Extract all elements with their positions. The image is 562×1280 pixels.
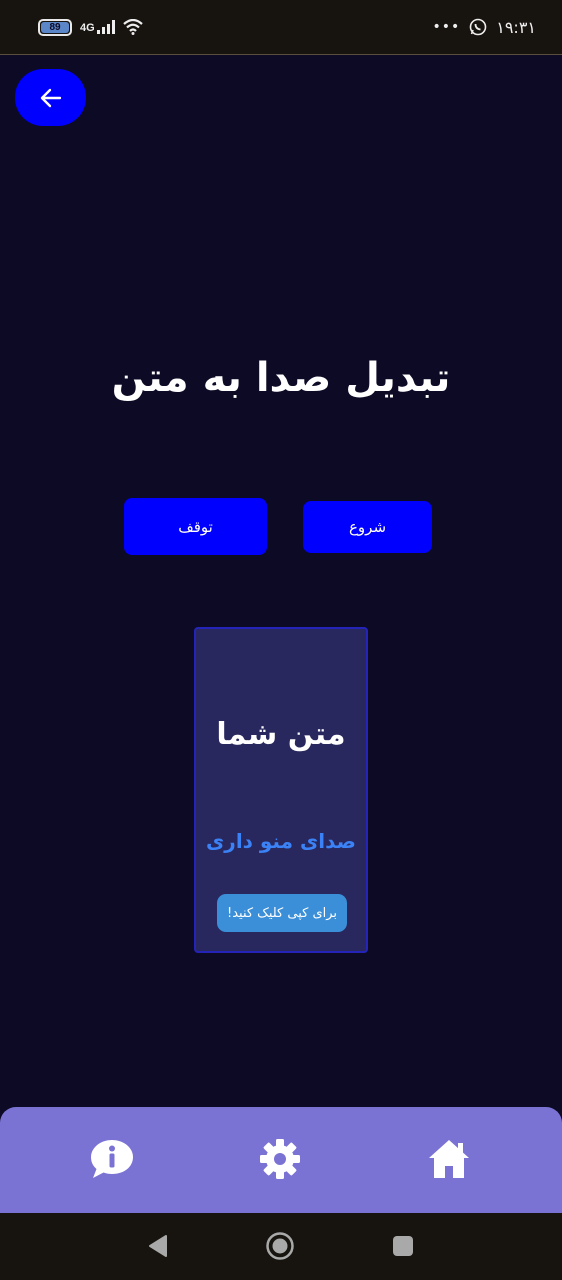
stop-button[interactable]: توقف [124,498,267,555]
info-chat-icon [91,1140,133,1178]
copy-button[interactable]: برای کپی کلیک کنید! [217,894,347,932]
overflow-dots: ••• [432,19,461,35]
system-nav-bar [0,1213,562,1280]
recognized-text: صدای منو داری [205,829,357,853]
arrow-left-icon [40,88,61,107]
card-title: متن شما [216,717,346,752]
signal-group: 4G [80,20,115,34]
battery-icon: 89 [38,18,72,36]
triangle-back-icon [149,1235,167,1257]
nav-settings-button[interactable] [256,1135,304,1183]
bottom-nav [0,1107,562,1213]
circle-home-icon [266,1232,294,1260]
nav-home-button[interactable] [425,1135,473,1183]
battery-level: 89 [49,21,61,33]
status-bar: 89 4G ••• ۱۹:۳۱ [0,0,562,55]
clock: ۱۹:۳۱ [496,17,536,37]
wifi-icon [122,19,143,35]
whatsapp-icon [469,18,487,36]
home-icon [429,1140,469,1178]
square-recents-icon [393,1236,413,1256]
signal-icon [96,20,115,34]
start-button[interactable]: شروع [303,501,432,553]
system-recents-button[interactable] [388,1231,418,1261]
system-home-button[interactable] [265,1231,295,1261]
gear-icon [260,1139,300,1179]
page-title: تبدیل صدا به متن [111,355,451,401]
system-back-button[interactable] [143,1231,173,1261]
network-type: 4G [80,22,95,34]
back-button[interactable] [15,69,86,126]
status-right: ••• ۱۹:۳۱ [432,18,536,37]
status-left: 89 4G [38,18,143,36]
nav-info-button[interactable] [88,1135,136,1183]
result-card: متن شما صدای منو داری برای کپی کلیک کنید… [194,627,368,953]
